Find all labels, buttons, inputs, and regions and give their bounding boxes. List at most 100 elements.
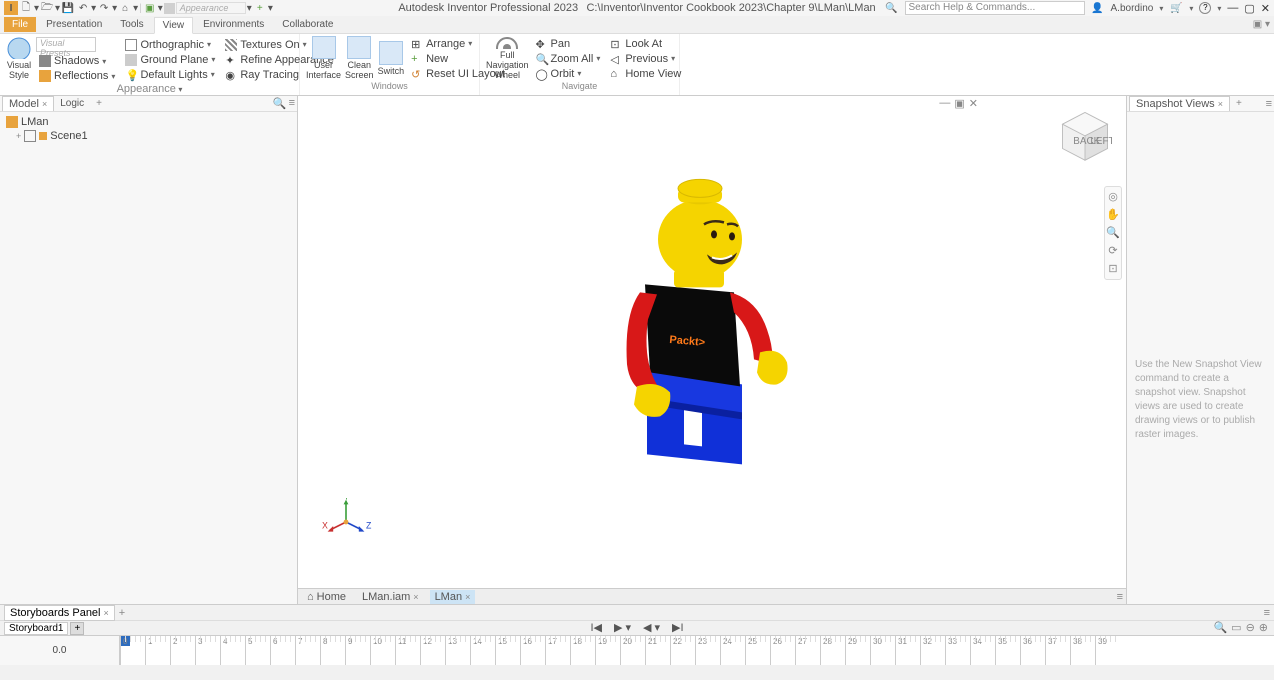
visual-presets-combo[interactable]: Visual Presets — [36, 37, 96, 52]
close-icon[interactable]: × — [104, 608, 109, 618]
fit-button[interactable]: ▭ — [1231, 621, 1241, 634]
tab-logic[interactable]: Logic — [54, 97, 90, 110]
close-icon[interactable]: × — [413, 592, 418, 602]
appearance-swatch-icon[interactable] — [164, 3, 175, 14]
search-tree-icon[interactable]: 🔍 — [273, 97, 287, 110]
look-at-icon[interactable]: ⊡ — [1106, 262, 1120, 276]
search-input[interactable]: Search Help & Commands... — [905, 1, 1085, 15]
previous-button[interactable]: ◁Previous▾ — [607, 52, 684, 66]
open-icon[interactable]: 🗁 — [40, 1, 54, 15]
undo-icon[interactable]: ↶ — [76, 1, 90, 15]
ribbon-tabs: File Presentation Tools View Environment… — [0, 16, 1274, 34]
maximize-button[interactable]: ▢ — [1244, 2, 1254, 15]
svg-text:LEFT: LEFT — [1090, 136, 1112, 147]
tab-file[interactable]: File — [4, 17, 36, 32]
scene-icon — [24, 130, 36, 142]
zoom-in-plus-button[interactable]: ⊕ — [1259, 621, 1268, 634]
pan-icon[interactable]: ✋ — [1106, 208, 1120, 222]
tree-scene[interactable]: +Scene1 — [16, 129, 291, 143]
nav-wheel-icon[interactable]: ◎ — [1106, 190, 1120, 204]
title-bar-right: 🔍 Search Help & Commands... 👤 A.bordino▾… — [885, 1, 1270, 15]
ribbon: Visual Style Visual Presets Shadows▾ Ref… — [0, 34, 1274, 96]
new-icon[interactable]: 🗋 — [19, 1, 33, 15]
storyboard-tab[interactable]: Storyboard1 — [4, 622, 68, 635]
close-icon[interactable]: × — [1218, 99, 1223, 109]
doc-menu-icon[interactable]: ≡ — [1117, 591, 1123, 603]
user-interface-button[interactable]: User Interface — [306, 36, 341, 81]
storyboards-panel: Storyboards Panel× + ≡ Storyboard1 + I◀ … — [0, 604, 1274, 680]
close-icon[interactable]: × — [465, 592, 470, 602]
panel-menu-icon[interactable]: ≡ — [1264, 607, 1270, 619]
home-icon[interactable]: ⌂ — [118, 1, 132, 15]
minimize-button[interactable]: — — [1227, 2, 1238, 15]
shadows-button[interactable]: Shadows▾ — [36, 54, 118, 68]
ground-plane-button[interactable]: Ground Plane▾ — [122, 53, 218, 67]
tab-environments[interactable]: Environments — [195, 17, 272, 32]
pan-button[interactable]: ✥Pan — [533, 37, 604, 51]
visual-style-button[interactable]: Visual Style — [6, 36, 32, 81]
switch-button[interactable]: Switch — [378, 36, 405, 81]
add-tab-button[interactable]: + — [90, 97, 108, 110]
user-icon[interactable]: 👤 — [1091, 1, 1105, 15]
user-name[interactable]: A.bordino — [1111, 3, 1154, 14]
reverse-play-button[interactable]: ◀ ▾ — [643, 621, 660, 634]
menu-icon[interactable]: ≡ — [289, 97, 295, 110]
doc-restore-button[interactable]: ▣ — [954, 97, 964, 110]
expand-icon[interactable]: + — [16, 131, 21, 141]
doc-close-button[interactable]: ✕ — [969, 97, 978, 110]
view-cube[interactable]: BACK LEFT — [1058, 108, 1112, 162]
reset-icon: ↺ — [411, 68, 423, 80]
tab-model[interactable]: Model× — [2, 96, 54, 111]
orbit-icon[interactable]: ⟳ — [1106, 244, 1120, 258]
tree-root[interactable]: LMan — [6, 115, 291, 129]
tab-storyboards-panel[interactable]: Storyboards Panel× — [4, 605, 115, 621]
zoom-icon[interactable]: 🔍 — [1106, 226, 1120, 240]
search-icon[interactable]: 🔍 — [885, 1, 899, 15]
home-view-button[interactable]: ⌂Home View — [607, 67, 684, 81]
add-storyboard-button[interactable]: + — [70, 622, 84, 635]
tab-tools[interactable]: Tools — [112, 17, 151, 32]
tab-iam-doc[interactable]: LMan.iam× — [357, 590, 424, 604]
plus-icon-qat[interactable]: + — [253, 1, 267, 15]
doc-minimize-button[interactable]: — — [939, 97, 950, 110]
zoom-all-button[interactable]: 🔍Zoom All▾ — [533, 52, 604, 66]
quick-access-toolbar: I 🗋▾ 🗁▾ 💾 ↶▾ ↷▾ ⌂▾ | ▣▾ Appearance▾ + ▾ — [4, 1, 273, 15]
viewport[interactable]: Packt> — [298, 96, 1126, 604]
appearance-label[interactable]: Appearance — [176, 2, 246, 14]
full-navigation-wheel-button[interactable]: Full Navigation Wheel — [486, 36, 529, 81]
tab-view[interactable]: View — [154, 17, 194, 34]
tab-home-doc[interactable]: ⌂Home — [302, 590, 351, 604]
part-icon — [39, 132, 47, 140]
document-tabs: ⌂Home LMan.iam× LMan× ≡ — [298, 588, 1126, 604]
save-icon[interactable]: 💾 — [61, 1, 75, 15]
ribbon-collapse-icon[interactable]: ▣ ▾ — [1253, 19, 1270, 30]
default-lights-button[interactable]: 💡Default Lights▾ — [122, 68, 218, 82]
home-view-icon: ⌂ — [610, 68, 622, 80]
add-storyboard-tab[interactable]: + — [115, 607, 129, 619]
arrange-icon: ⊞ — [411, 38, 423, 50]
tab-snapshot-views[interactable]: Snapshot Views× — [1129, 96, 1230, 111]
reflections-button[interactable]: Reflections▾ — [36, 69, 118, 83]
timeline-ruler[interactable]: 0.0 012345678910111213141516171819202122… — [0, 635, 1274, 665]
material-icon[interactable]: ▣ — [143, 1, 157, 15]
redo-icon[interactable]: ↷ — [97, 1, 111, 15]
orthographic-button[interactable]: Orthographic▾ — [122, 38, 218, 52]
zoom-out-button[interactable]: 🔍 — [1213, 621, 1227, 634]
menu-icon[interactable]: ≡ — [1266, 98, 1272, 110]
tab-lman-doc[interactable]: LMan× — [430, 590, 476, 604]
app-icon[interactable]: I — [4, 1, 18, 15]
rewind-button[interactable]: I◀ — [590, 621, 602, 634]
tab-presentation[interactable]: Presentation — [38, 17, 110, 32]
cart-icon[interactable]: 🛒 — [1169, 1, 1183, 15]
help-icon[interactable]: ? — [1199, 2, 1211, 14]
tab-collaborate[interactable]: Collaborate — [274, 17, 341, 32]
clean-screen-button[interactable]: Clean Screen — [345, 36, 374, 81]
orbit-button[interactable]: ◯Orbit▾ — [533, 67, 604, 81]
zoom-out-minus-button[interactable]: ⊖ — [1246, 621, 1255, 634]
look-at-button[interactable]: ⊡Look At — [607, 37, 684, 51]
fast-forward-button[interactable]: ▶I — [672, 621, 684, 634]
play-button[interactable]: ▶ ▾ — [614, 621, 631, 634]
add-snapshot-tab[interactable]: + — [1230, 97, 1248, 110]
close-icon[interactable]: × — [42, 99, 47, 109]
close-button[interactable]: ✕ — [1261, 2, 1270, 15]
